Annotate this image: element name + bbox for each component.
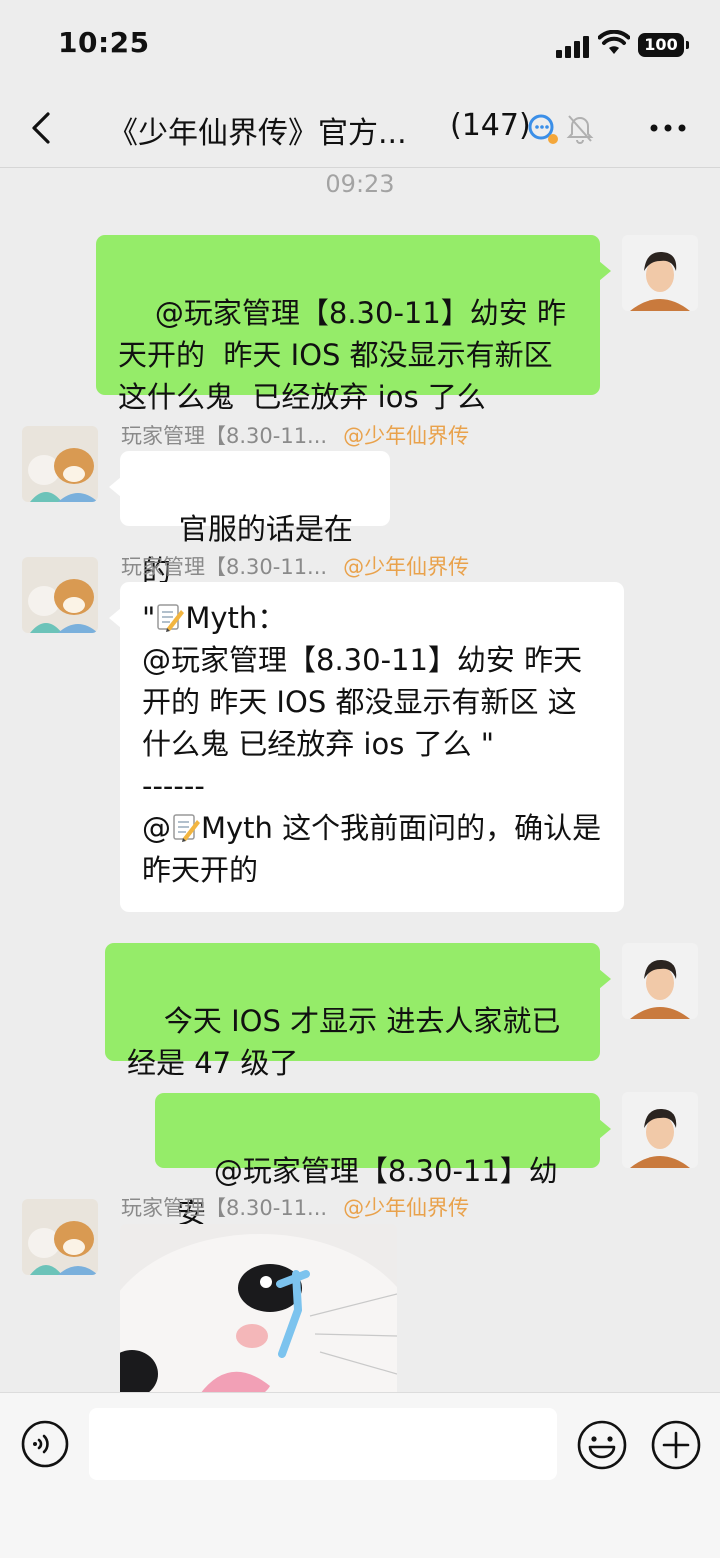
- reply-text-row: @ Myth 这个我前面问的，确认是昨天开的: [142, 807, 602, 891]
- message-text: 今天 IOS 才显示 进去人家就已经是 47 级了: [127, 1004, 561, 1080]
- chat-timestamp: 09:23: [325, 170, 395, 198]
- group-tag: @少年仙界传: [343, 424, 470, 448]
- quote-divider: ------: [142, 769, 205, 803]
- status-time: 10:25: [58, 26, 150, 59]
- message-bubble[interactable]: 官服的话是在的: [109, 451, 390, 588]
- my-avatar[interactable]: [622, 943, 698, 1019]
- sender-avatar[interactable]: [22, 426, 98, 502]
- wifi-icon: [598, 30, 630, 54]
- sender-name: 玩家管理【8.30-11...: [121, 1196, 328, 1220]
- reply-text: Myth 这个我前面问的，确认是昨天开的: [142, 811, 602, 887]
- sender-avatar[interactable]: [22, 1199, 98, 1275]
- back-arrow-icon[interactable]: [20, 104, 64, 152]
- sender-avatar[interactable]: [22, 557, 98, 633]
- quote-name: Myth：: [185, 601, 287, 635]
- message-bubble[interactable]: @玩家管理【8.30-11】幼安 昨天开的 昨天 IOS 都没显示有新区 这什么…: [96, 235, 611, 414]
- my-avatar[interactable]: [622, 1092, 698, 1168]
- group-tag: @少年仙界传: [343, 1196, 470, 1220]
- quote-text: @玩家管理【8.30-11】幼安 昨天开的 昨天 IOS 都没显示有新区 这什么…: [142, 643, 583, 761]
- image-message[interactable]: [120, 1224, 397, 1404]
- more-dots-icon[interactable]: [644, 110, 692, 146]
- memo-emoji-icon: [173, 814, 200, 842]
- my-avatar[interactable]: [622, 235, 698, 311]
- sender-name-row: 玩家管理【8.30-11... @少年仙界传: [121, 1192, 469, 1222]
- chat-screen: 10:25 100 《少年仙界传》官方... (147) 09:23 @玩家管理…: [0, 0, 720, 1558]
- battery-cap: [686, 41, 689, 49]
- message-bubble[interactable]: " Myth： @玩家管理【8.30-11】幼安 昨天开的 昨天 IOS 都没显示…: [109, 582, 624, 912]
- sender-name-row: 玩家管理【8.30-11... @少年仙界传: [121, 420, 469, 450]
- sender-name-row: 玩家管理【8.30-11... @少年仙界传: [121, 551, 469, 581]
- status-bar: 10:25 100: [0, 0, 720, 90]
- chat-title[interactable]: 《少年仙界传》官方...: [108, 108, 407, 152]
- quote-open-mark: ": [142, 601, 156, 635]
- sender-name: 玩家管理【8.30-11...: [121, 555, 328, 579]
- message-bubble[interactable]: 今天 IOS 才显示 进去人家就已经是 47 级了: [105, 943, 611, 1080]
- sender-name: 玩家管理【8.30-11...: [121, 424, 328, 448]
- group-tag: @少年仙界传: [343, 555, 470, 579]
- member-count: (147): [450, 108, 531, 143]
- mute-bell-icon: [566, 115, 594, 144]
- input-bar: [0, 1392, 720, 1558]
- reply-prefix: @: [142, 811, 171, 845]
- voice-icon[interactable]: [20, 1419, 70, 1469]
- battery-level: 100: [644, 35, 678, 54]
- quote-header: " Myth：: [142, 597, 602, 639]
- plus-icon[interactable]: [650, 1419, 702, 1471]
- battery-icon: 100: [638, 33, 684, 57]
- signal-icon: [556, 34, 590, 58]
- emoji-icon[interactable]: [576, 1419, 628, 1471]
- message-input[interactable]: [89, 1408, 557, 1480]
- message-bubble[interactable]: @玩家管理【8.30-11】幼安: [155, 1093, 611, 1230]
- nav-bar: 《少年仙界传》官方... (147): [0, 90, 720, 168]
- memo-emoji-icon: [157, 604, 185, 632]
- channels-icon[interactable]: [526, 112, 560, 146]
- message-text: @玩家管理【8.30-11】幼安 昨天开的 昨天 IOS 都没显示有新区 这什么…: [118, 296, 581, 414]
